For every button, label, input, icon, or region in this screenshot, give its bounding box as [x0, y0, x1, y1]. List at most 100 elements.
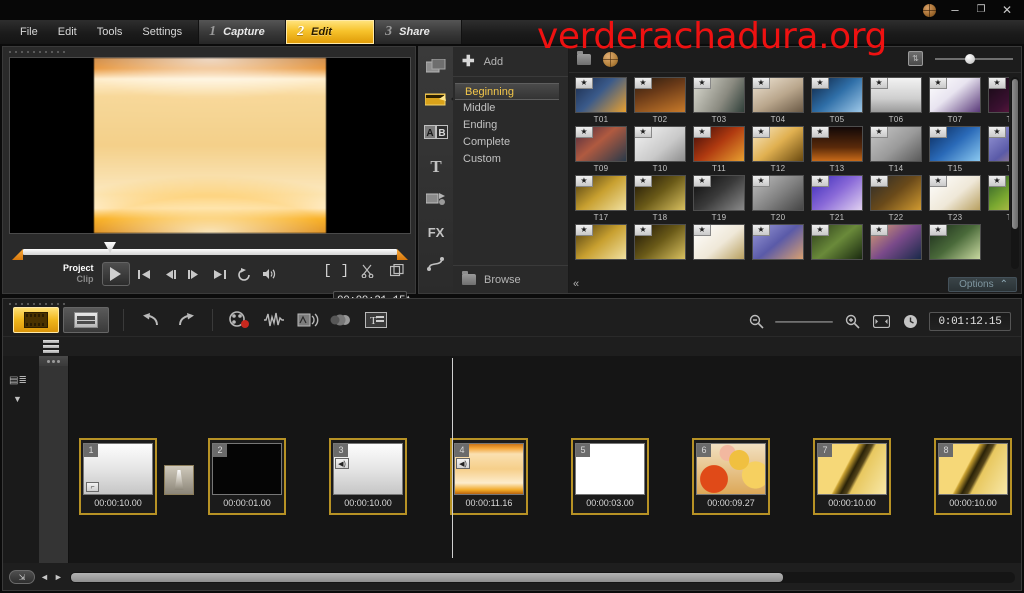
play-button[interactable] — [101, 262, 130, 286]
template-item[interactable]: ★ T13 — [811, 126, 863, 173]
track-header-controls[interactable] — [39, 356, 68, 366]
template-item[interactable]: ★ T14 — [870, 126, 922, 173]
template-item[interactable]: ★ T17 — [575, 175, 627, 222]
minimize-button[interactable]: – — [948, 3, 962, 16]
mark-in-button[interactable]: [ — [323, 263, 331, 279]
timeline-zoom-slider[interactable] — [775, 316, 833, 328]
audio-mixer-button[interactable] — [257, 306, 291, 334]
template-item[interactable]: ★ — [575, 224, 627, 260]
timeline-clip[interactable]: 3 ◀) 00:00:10.00 — [329, 438, 407, 515]
cookie-icon[interactable] — [603, 52, 618, 67]
folder-icon[interactable] — [577, 51, 591, 65]
previous-frame-button[interactable] — [160, 264, 180, 284]
skip-to-start-button[interactable] — [135, 264, 155, 284]
scroll-left-button[interactable]: ◄ — [40, 572, 49, 582]
menu-file[interactable]: File — [10, 23, 48, 41]
template-item[interactable]: ★ T10 — [634, 126, 686, 173]
title-safe-button[interactable]: T — [359, 306, 393, 334]
template-item[interactable]: ★ T07 — [929, 77, 981, 124]
scroll-right-button[interactable]: ► — [54, 572, 63, 582]
duplicate-icon[interactable] — [387, 261, 407, 281]
globe-icon[interactable] — [923, 3, 936, 17]
transitions-icon[interactable]: AB — [422, 120, 450, 144]
media-icon[interactable] — [422, 54, 450, 78]
timeline-menu-icon[interactable] — [43, 340, 59, 353]
timeline-timecode[interactable]: 0:01:12.15 — [929, 312, 1011, 331]
timeline-horizontal-scrollbar[interactable] — [69, 571, 1015, 583]
preview-screen[interactable] — [9, 57, 411, 234]
template-item[interactable]: ★ T20 — [752, 175, 804, 222]
template-item[interactable]: ★ T21 — [811, 175, 863, 222]
template-item[interactable]: ★ T15 — [929, 126, 981, 173]
template-item[interactable]: ★ T19 — [693, 175, 745, 222]
menu-tools[interactable]: Tools — [87, 23, 133, 41]
template-item[interactable]: ★ — [870, 224, 922, 260]
category-beginning[interactable]: Beginning — [455, 83, 559, 100]
add-button[interactable]: ✚ Add — [453, 47, 568, 77]
storyboard-track[interactable]: 1 ⌐ 00:00:10.00 2 00:00:01.00 3 ◀) 00:00… — [69, 356, 1021, 563]
timeline-clip[interactable]: 4 ◀) 00:00:11.16 — [450, 358, 528, 558]
overlay-button[interactable] — [325, 306, 359, 334]
template-item[interactable]: ★ T08 — [988, 77, 1009, 124]
library-scrollbar[interactable] — [1011, 77, 1019, 269]
close-button[interactable]: ✕ — [1000, 4, 1014, 16]
options-button[interactable]: Options ⌃ — [948, 276, 1017, 292]
category-ending[interactable]: Ending — [453, 117, 568, 134]
browse-button[interactable]: Browse — [453, 265, 568, 293]
timeline-playhead[interactable] — [452, 358, 453, 558]
template-item[interactable]: ★ T09 — [575, 126, 627, 173]
sound-mixer-button[interactable] — [291, 306, 325, 334]
fit-to-window-button[interactable]: ⇲ — [9, 570, 35, 584]
skip-to-end-button[interactable] — [210, 264, 230, 284]
tab-edit[interactable]: 2 Edit — [286, 20, 375, 44]
zoom-out-button[interactable] — [747, 313, 765, 331]
template-item[interactable]: ★ T24 — [988, 175, 1009, 222]
thumbnail-size-slider[interactable] — [935, 52, 1013, 66]
transition-thumbnail[interactable] — [164, 465, 194, 495]
timeline-clip[interactable]: 8 00:00:10.00 — [934, 438, 1012, 515]
mark-out-button[interactable]: ] — [341, 263, 349, 279]
timeline-clip[interactable]: 6 00:00:09.27 — [692, 438, 770, 515]
project-clip-toggle[interactable]: Project Clip — [63, 263, 94, 285]
template-item[interactable]: ★ — [811, 224, 863, 260]
clip-mode-label[interactable]: Clip — [77, 274, 94, 285]
category-custom[interactable]: Custom — [453, 151, 568, 168]
timeline-clip[interactable]: 2 00:00:01.00 — [208, 438, 286, 515]
timeline-view-button[interactable] — [63, 306, 109, 333]
project-mode-label[interactable]: Project — [63, 263, 94, 274]
template-item[interactable]: ★ T06 — [870, 77, 922, 124]
storyboard-view-button[interactable] — [13, 306, 59, 333]
category-middle[interactable]: Middle — [453, 100, 568, 117]
trim-end-handle[interactable] — [397, 249, 408, 260]
scrub-track[interactable] — [23, 249, 397, 255]
template-item[interactable]: ★ T18 — [634, 175, 686, 222]
repeat-button[interactable] — [235, 264, 255, 284]
menu-edit[interactable]: Edit — [48, 23, 87, 41]
chevron-down-icon[interactable]: ▼ — [13, 394, 22, 404]
template-item[interactable]: ★ T04 — [752, 77, 804, 124]
template-item[interactable]: ★ — [929, 224, 981, 260]
template-item[interactable]: ★ T03 — [693, 77, 745, 124]
menu-settings[interactable]: Settings — [132, 23, 192, 41]
panel-grip[interactable] — [7, 50, 67, 54]
category-complete[interactable]: Complete — [453, 134, 568, 151]
template-item[interactable]: ★ T22 — [870, 175, 922, 222]
undo-button[interactable] — [134, 306, 168, 334]
zoom-in-button[interactable] — [843, 313, 861, 331]
title-icon[interactable]: T — [422, 153, 450, 177]
collapse-icon[interactable]: « — [569, 278, 579, 290]
templates-icon[interactable] — [422, 87, 457, 111]
timeline-clip[interactable]: 7 00:00:10.00 — [813, 438, 891, 515]
template-item[interactable]: ★ T12 — [752, 126, 804, 173]
path-icon[interactable] — [422, 252, 450, 276]
timeline-scrollbar-thumb[interactable] — [70, 572, 783, 582]
template-item[interactable]: ★ T01 — [575, 77, 627, 124]
trim-start-handle[interactable] — [12, 249, 23, 260]
track-header[interactable] — [39, 356, 69, 563]
tab-capture[interactable]: 1 Capture — [198, 20, 287, 44]
track-manager-icon[interactable]: ▤≣ — [9, 375, 27, 386]
clock-button[interactable] — [901, 313, 919, 331]
template-item[interactable]: ★ T16 — [988, 126, 1009, 173]
fit-project-button[interactable] — [871, 313, 891, 331]
library-scrollbar-thumb[interactable] — [1012, 79, 1018, 229]
